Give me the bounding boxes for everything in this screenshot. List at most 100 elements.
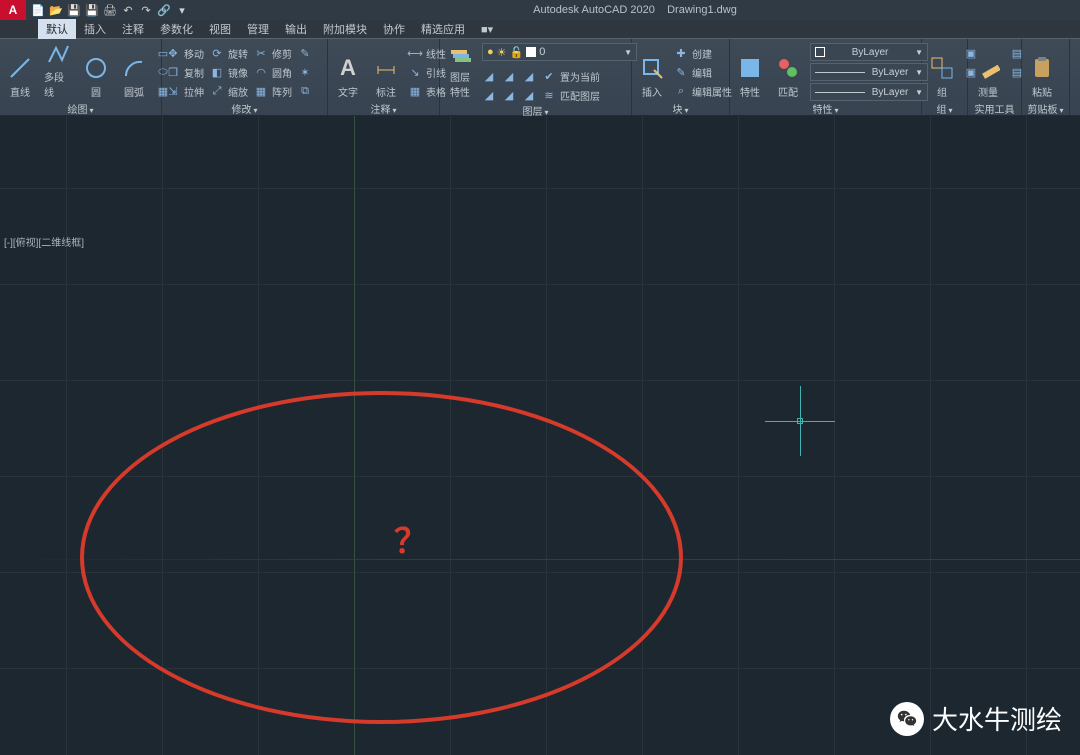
saveas-icon[interactable]: 💾 (84, 2, 100, 18)
layer-dropdown[interactable]: ● ☀ 🔓 0 ▼ (482, 43, 637, 61)
layerprop-button[interactable]: 图层 特性 (444, 41, 476, 99)
layer-tool-4[interactable]: ◢ (502, 87, 516, 103)
tab-annotate[interactable]: 注释 (114, 19, 152, 39)
fillet-button[interactable]: ◠圆角 (254, 64, 292, 80)
panel-layers-title[interactable]: 图层▾ (444, 103, 627, 117)
window-title: Autodesk AutoCAD 2020 Drawing1.dwg (190, 4, 1080, 16)
linetype-dropdown[interactable]: ByLayer ▼ (810, 83, 928, 101)
ribbon-tabs: 默认 插入 注释 参数化 视图 管理 输出 附加模块 协作 精选应用 ■▾ (0, 20, 1080, 38)
set-current-button[interactable]: ✔置为当前 (542, 68, 600, 84)
annotation-question-mark: ？ (394, 514, 428, 563)
tab-more[interactable]: ■▾ (473, 21, 501, 38)
explode-icon: ✶ (298, 65, 312, 79)
trim-button[interactable]: ✂修剪 (254, 45, 292, 61)
chevron-down-icon: ▼ (624, 48, 632, 57)
layer-tool-2[interactable]: ◢ (482, 87, 496, 103)
layer-tool-6[interactable]: ◢ (522, 87, 536, 103)
tab-insert[interactable]: 插入 (76, 19, 114, 39)
copy-button[interactable]: ❐复制 (166, 64, 204, 80)
title-bar: A 📄 📂 💾 💾 🖨 ↶ ↷ 🔗 ▾ Autodesk AutoCAD 202… (0, 0, 1080, 20)
dim-icon (372, 54, 400, 82)
dim-button[interactable]: 标注 (370, 41, 402, 99)
match-layer-button[interactable]: ≋匹配图层 (542, 87, 600, 103)
panel-annot-title[interactable]: 注释▾ (332, 101, 435, 115)
panel-props-title[interactable]: 特性▾ (734, 101, 917, 115)
move-icon: ✥ (166, 46, 180, 60)
panel-util-title[interactable]: 实用工具▾ (972, 101, 1017, 115)
insert-block-button[interactable]: 插入 (636, 41, 668, 99)
panel-modify-title[interactable]: 修改▾ (166, 101, 323, 115)
polyline-icon (44, 41, 72, 67)
circle-button[interactable]: 圆 (80, 41, 112, 99)
app-name: Autodesk AutoCAD 2020 (533, 4, 655, 16)
tab-view[interactable]: 视图 (201, 19, 239, 39)
mirror-button[interactable]: ◧镜像 (210, 64, 248, 80)
text-button[interactable]: A 文字 (332, 41, 364, 99)
match-props-button[interactable]: 匹配 (772, 41, 804, 99)
layer-tool-5[interactable]: ◢ (522, 68, 536, 84)
color-dropdown[interactable]: ByLayer ▼ (810, 43, 928, 61)
layer-icon-2: ◢ (482, 88, 496, 102)
edit-block-button[interactable]: ✎编辑 (674, 64, 732, 80)
color-swatch (526, 47, 536, 57)
array-button[interactable]: ▦阵列 (254, 83, 292, 99)
create-block-button[interactable]: ✚创建 (674, 45, 732, 61)
edit-attr-button[interactable]: ⌕编辑属性 (674, 83, 732, 99)
layer-icon-3: ◢ (502, 69, 516, 83)
qat-dropdown-icon[interactable]: ▾ (174, 2, 190, 18)
tab-parametric[interactable]: 参数化 (152, 19, 201, 39)
tab-manage[interactable]: 管理 (239, 19, 277, 39)
scale-button[interactable]: ⤢缩放 (210, 83, 248, 99)
panel-clipboard: 粘贴 剪贴板▾ (1022, 39, 1070, 115)
props-button[interactable]: 特性 (734, 41, 766, 99)
panel-util: 测量 ▤ ▤ 实用工具▾ (968, 39, 1022, 115)
measure-button[interactable]: 测量 (972, 41, 1004, 99)
layer-icon-1: ◢ (482, 69, 496, 83)
viewport-label[interactable]: [-][俯视][二维线框] (4, 234, 84, 249)
fillet-icon: ◠ (254, 65, 268, 79)
explode-button[interactable]: ✶ (298, 64, 312, 80)
open-icon[interactable]: 📂 (48, 2, 64, 18)
share-icon[interactable]: 🔗 (156, 2, 172, 18)
app-logo[interactable]: A (0, 0, 26, 20)
undo-icon[interactable]: ↶ (120, 2, 136, 18)
rotate-icon: ⟳ (210, 46, 224, 60)
stretch-button[interactable]: ⇲拉伸 (166, 83, 204, 99)
mirror-icon: ◧ (210, 65, 224, 79)
drawing-canvas[interactable]: ？ [-][俯视][二维线框] (0, 116, 1080, 755)
panel-group-title[interactable]: 组▾ (926, 101, 963, 115)
print-icon[interactable]: 🖨 (102, 2, 118, 18)
tab-featured[interactable]: 精选应用 (413, 19, 473, 39)
bulb-icon: ● (487, 46, 494, 58)
layer-tool-3[interactable]: ◢ (502, 68, 516, 84)
offset-button[interactable]: ⧉ (298, 83, 312, 99)
panel-layers: 图层 特性 ● ☀ 🔓 0 ▼ ◢ ◢ (440, 39, 632, 115)
panel-draw-title[interactable]: 绘图▾ (4, 101, 157, 115)
paste-button[interactable]: 粘贴 (1026, 41, 1058, 99)
erase-button[interactable]: ✎ (298, 45, 312, 61)
array-icon: ▦ (254, 84, 268, 98)
tab-output[interactable]: 输出 (277, 19, 315, 39)
line-button[interactable]: 直线 (4, 41, 36, 99)
tab-addins[interactable]: 附加模块 (315, 19, 375, 39)
props-icon (736, 54, 764, 82)
lineweight-preview (815, 72, 865, 73)
move-button[interactable]: ✥移动 (166, 45, 204, 61)
offset-icon: ⧉ (298, 84, 312, 98)
layerprop-icon (446, 41, 474, 67)
quick-access-toolbar: 📄 📂 💾 💾 🖨 ↶ ↷ 🔗 ▾ (30, 2, 190, 18)
group-button[interactable]: 组 (926, 41, 958, 99)
panel-block-title[interactable]: 块▾ (636, 101, 725, 115)
polyline-button[interactable]: 多段线 (42, 41, 74, 99)
panel-draw: 直线 多段线 圆 圆弧 ▭ ⬭ (0, 39, 162, 115)
tab-collab[interactable]: 协作 (375, 19, 413, 39)
rotate-button[interactable]: ⟳旋转 (210, 45, 248, 61)
new-icon[interactable]: 📄 (30, 2, 46, 18)
lineweight-dropdown[interactable]: ByLayer ▼ (810, 63, 928, 81)
panel-clipboard-title[interactable]: 剪贴板▾ (1026, 101, 1065, 115)
arc-button[interactable]: 圆弧 (118, 41, 150, 99)
layer-tool-1[interactable]: ◢ (482, 68, 496, 84)
tab-default[interactable]: 默认 (38, 19, 76, 39)
redo-icon[interactable]: ↷ (138, 2, 154, 18)
save-icon[interactable]: 💾 (66, 2, 82, 18)
